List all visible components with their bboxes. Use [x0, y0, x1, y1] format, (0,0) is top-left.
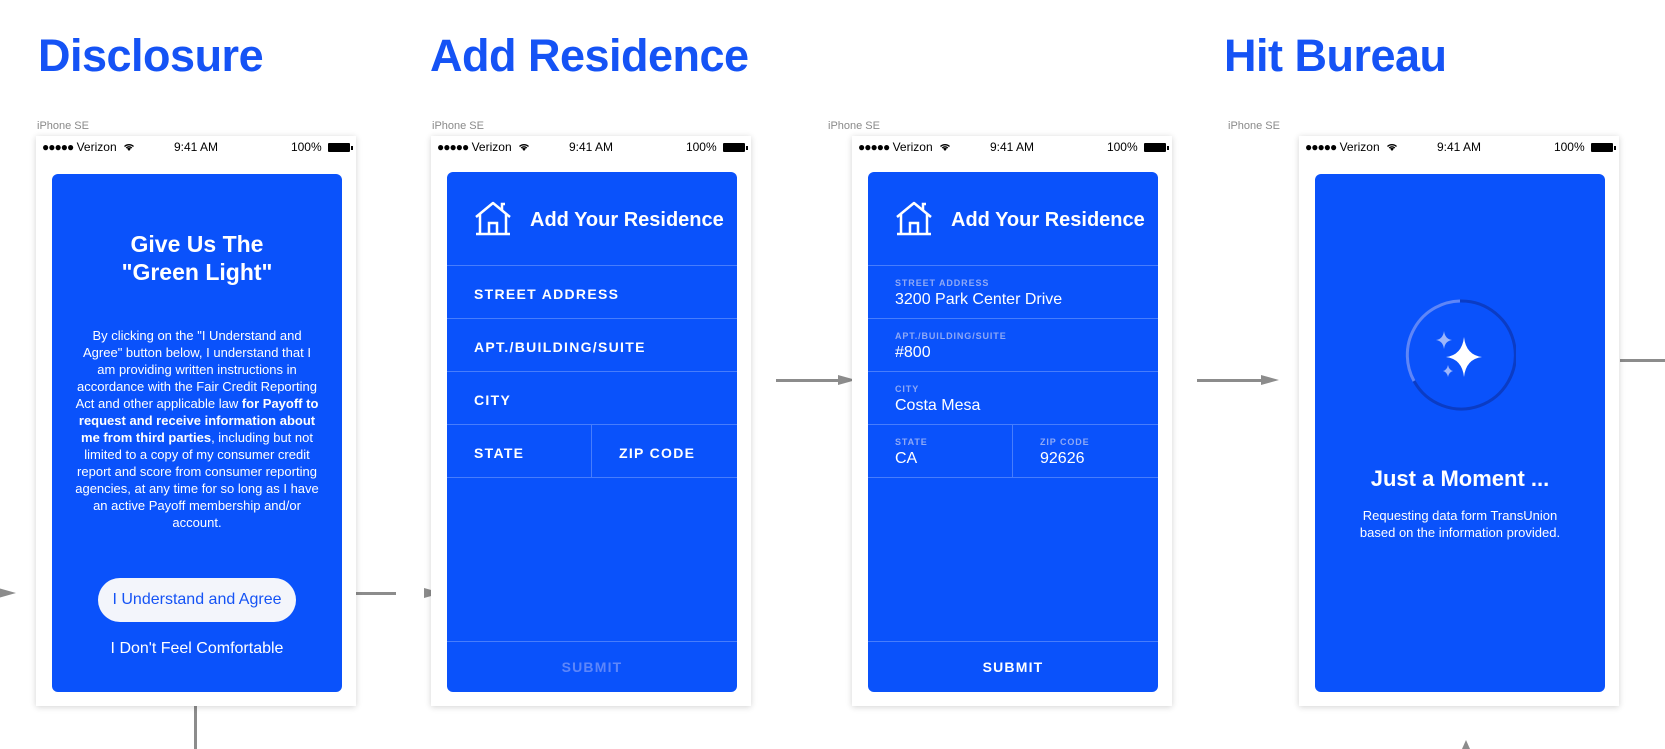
- residence-title: Add Your Residence: [530, 209, 724, 231]
- state-field[interactable]: STATE: [447, 425, 592, 478]
- phone-hit-bureau: ●●●●● Verizon 9:41 AM 100% Just a Moment…: [1299, 136, 1619, 706]
- status-bar: ●●●●● Verizon 9:41 AM 100%: [1299, 136, 1619, 156]
- battery-percent: 100%: [290, 140, 322, 154]
- submit-button[interactable]: SUBMIT: [868, 641, 1158, 692]
- submit-button-disabled[interactable]: SUBMIT: [447, 641, 737, 692]
- status-bar: ●●●●● Verizon 9:41 AM 100%: [36, 136, 356, 156]
- phone-residence-empty: ●●●●● Verizon 9:41 AM 100% Add Your Resi…: [431, 136, 751, 706]
- flow-connector: [356, 592, 396, 595]
- street-address-value: 3200 Park Center Drive: [895, 291, 1063, 308]
- state-value: CA: [895, 450, 918, 467]
- battery-icon: [328, 143, 353, 152]
- flow-arrowhead-up: [1462, 740, 1470, 749]
- state-label: STATE: [895, 437, 928, 447]
- apt-field[interactable]: APT./BUILDING/SUITE: [447, 319, 737, 372]
- zip-label: ZIP CODE: [619, 445, 696, 461]
- battery-percent: 100%: [685, 140, 717, 154]
- agree-button[interactable]: I Understand and Agree: [98, 578, 296, 622]
- bureau-card: Just a Moment ... Requesting data form T…: [1315, 174, 1605, 692]
- street-address-field[interactable]: STREET ADDRESS: [447, 266, 737, 319]
- device-label: iPhone SE: [432, 120, 484, 132]
- apt-field[interactable]: APT./BUILDING/SUITE #800: [868, 319, 1158, 372]
- residence-card: Add Your Residence STREET ADDRESS APT./B…: [447, 172, 737, 692]
- device-label: iPhone SE: [1228, 120, 1280, 132]
- apt-label: APT./BUILDING/SUITE: [474, 339, 646, 355]
- device-label: iPhone SE: [37, 120, 89, 132]
- moment-body: Requesting data form TransUnion based on…: [1359, 508, 1561, 540]
- state-field[interactable]: STATE CA: [868, 425, 1013, 478]
- street-address-label: STREET ADDRESS: [474, 286, 620, 302]
- battery-percent: 100%: [1106, 140, 1138, 154]
- residence-header: Add Your Residence: [868, 172, 1158, 266]
- house-icon: [475, 201, 511, 236]
- residence-card: Add Your Residence STREET ADDRESS 3200 P…: [868, 172, 1158, 692]
- battery-icon: [1144, 143, 1169, 152]
- city-label: CITY: [474, 392, 512, 408]
- disclosure-body: By clicking on the "I Understand and Agr…: [75, 328, 319, 530]
- phone-disclosure: ●●●●● Verizon 9:41 AM 100% Give Us The "…: [36, 136, 356, 706]
- house-icon: [896, 201, 932, 236]
- zip-field[interactable]: ZIP CODE: [592, 425, 737, 478]
- disclosure-card: Give Us The "Green Light" By clicking on…: [52, 174, 342, 692]
- disclosure-title: Give Us The "Green Light": [121, 231, 273, 285]
- battery-percent: 100%: [1553, 140, 1585, 154]
- zip-field[interactable]: ZIP CODE 92626: [1013, 425, 1158, 478]
- moment-title: Just a Moment ...: [1370, 466, 1550, 491]
- residence-header: Add Your Residence: [447, 172, 737, 266]
- flow-connector: [194, 706, 197, 749]
- decline-link[interactable]: I Don't Feel Comfortable: [52, 640, 342, 658]
- section-title-hit-bureau: Hit Bureau: [1224, 30, 1447, 81]
- spinner-ring: [1405, 299, 1516, 411]
- city-label: CITY: [895, 384, 920, 394]
- street-address-field[interactable]: STREET ADDRESS 3200 Park Center Drive: [868, 266, 1158, 319]
- flow-connector: [776, 379, 838, 382]
- section-title-add-residence: Add Residence: [430, 30, 749, 81]
- sparkle-icon: [1436, 331, 1482, 377]
- residence-title: Add Your Residence: [951, 209, 1145, 231]
- zip-value: 92626: [1040, 450, 1085, 467]
- battery-icon: [723, 143, 748, 152]
- apt-label: APT./BUILDING/SUITE: [895, 331, 1007, 341]
- state-label: STATE: [474, 445, 525, 461]
- flow-connector: [1620, 359, 1665, 362]
- flow-arrowhead: [1261, 375, 1279, 385]
- city-field[interactable]: CITY Costa Mesa: [868, 372, 1158, 425]
- status-bar: ●●●●● Verizon 9:41 AM 100%: [852, 136, 1172, 156]
- flow-arrowhead: [0, 588, 16, 598]
- apt-value: #800: [895, 344, 931, 361]
- street-address-label: STREET ADDRESS: [895, 278, 990, 288]
- city-value: Costa Mesa: [895, 397, 981, 414]
- status-bar: ●●●●● Verizon 9:41 AM 100%: [431, 136, 751, 156]
- section-title-disclosure: Disclosure: [38, 30, 264, 81]
- zip-label: ZIP CODE: [1040, 437, 1090, 447]
- city-field[interactable]: CITY: [447, 372, 737, 425]
- battery-icon: [1591, 143, 1616, 152]
- flow-connector: [1197, 379, 1261, 382]
- phone-residence-filled: ●●●●● Verizon 9:41 AM 100% Add Your Resi…: [852, 136, 1172, 706]
- device-label: iPhone SE: [828, 120, 880, 132]
